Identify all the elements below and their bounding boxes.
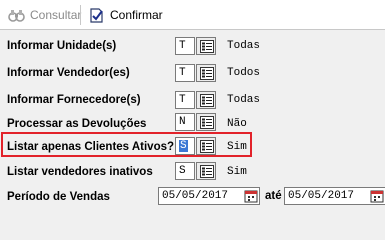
vendedores-inativos-desc: Sim: [227, 166, 247, 178]
periodo-separator: até: [265, 190, 282, 202]
devolucoes-lookup-button[interactable]: [196, 113, 216, 131]
toolbar: Consultar Confirmar: [0, 0, 385, 30]
row-label-fornecedores: Informar Fornecedore(s): [7, 94, 141, 106]
row-label-clientes-ativos: Listar apenas Clientes Ativos?: [7, 141, 175, 153]
vendedores-inativos-input[interactable]: S: [175, 162, 195, 180]
periodo-label: Período de Vendas: [7, 191, 110, 203]
clientes-ativos-desc: Sim: [227, 141, 247, 153]
devolucoes-desc: Não: [227, 118, 247, 130]
confirmar-button[interactable]: Confirmar: [88, 6, 163, 24]
lookup-list-icon: [200, 67, 214, 80]
periodo-end-input[interactable]: 05/05/2017: [284, 187, 385, 205]
lookup-list-icon: [200, 140, 214, 153]
lookup-list-icon: [200, 40, 214, 53]
toolbar-separator: [80, 5, 81, 25]
row-label-unidades: Informar Unidade(s): [7, 40, 117, 52]
periodo-end-value: 05/05/2017: [288, 190, 355, 202]
consultar-button[interactable]: Consultar: [8, 6, 81, 24]
consultar-label: Consultar: [30, 8, 82, 22]
devolucoes-input[interactable]: N: [175, 113, 195, 131]
calendar-icon[interactable]: [244, 189, 258, 203]
lookup-list-icon: [200, 94, 214, 107]
confirmar-label: Confirmar: [110, 8, 163, 22]
periodo-start-value: 05/05/2017: [162, 190, 229, 202]
unidades-input[interactable]: T: [175, 37, 195, 55]
row-label-vendedores-inativos: Listar vendedores inativos: [7, 166, 153, 178]
vendedores-input[interactable]: T: [175, 64, 195, 82]
unidades-lookup-button[interactable]: [196, 37, 216, 55]
clientes-ativos-lookup-button[interactable]: [196, 137, 216, 155]
row-label-devolucoes: Processar as Devoluções: [7, 118, 147, 130]
fornecedores-input[interactable]: T: [175, 91, 195, 109]
calendar-icon[interactable]: [370, 189, 384, 203]
vendedores-inativos-lookup-button[interactable]: [196, 162, 216, 180]
confirm-check-icon: [88, 7, 105, 24]
vendedores-lookup-button[interactable]: [196, 64, 216, 82]
lookup-list-icon: [200, 165, 214, 178]
periodo-start-input[interactable]: 05/05/2017: [158, 187, 260, 205]
vendedores-desc: Todos: [227, 67, 261, 79]
unidades-desc: Todas: [227, 40, 261, 52]
binoculars-icon: [8, 7, 25, 24]
row-label-vendedores: Informar Vendedor(es): [7, 67, 130, 79]
lookup-list-icon: [200, 116, 214, 129]
fornecedores-lookup-button[interactable]: [196, 91, 216, 109]
selected-text: S: [179, 140, 188, 152]
fornecedores-desc: Todas: [227, 94, 261, 106]
clientes-ativos-input[interactable]: S: [175, 137, 195, 155]
